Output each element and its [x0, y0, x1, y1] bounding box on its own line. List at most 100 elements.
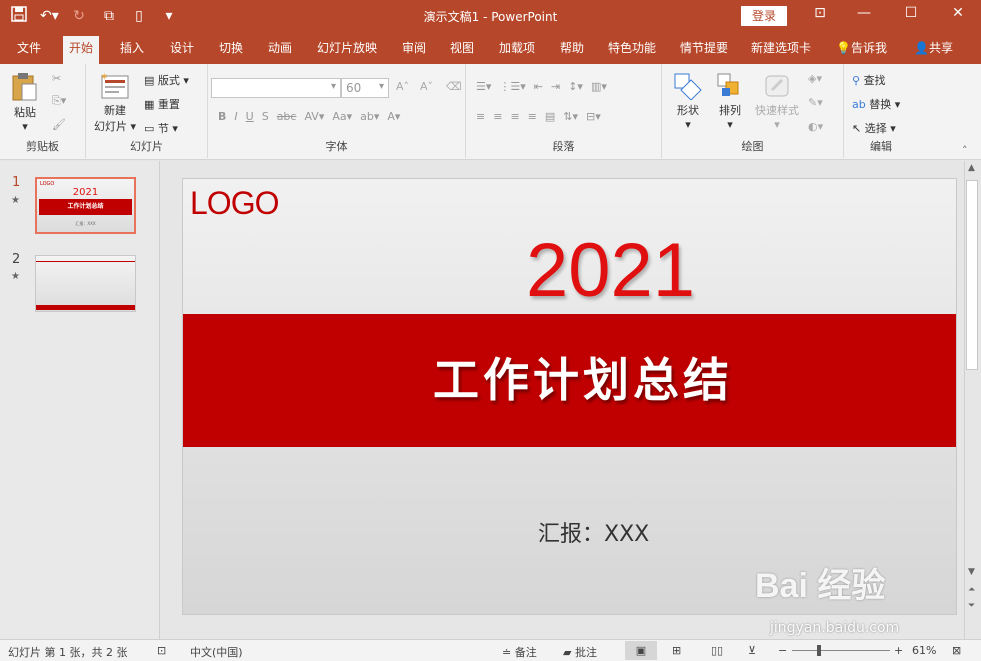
tab-animations[interactable]: 动画: [262, 38, 298, 64]
arrange-button[interactable]: 排列 ▾: [712, 72, 748, 131]
tab-addins[interactable]: 加载项: [493, 38, 541, 64]
slide-thumbnail-2[interactable]: [35, 255, 136, 312]
clear-format-icon[interactable]: ⌫: [446, 80, 462, 93]
tab-home[interactable]: 开始: [63, 36, 100, 64]
zoom-level[interactable]: 61%: [912, 644, 936, 657]
highlight-icon[interactable]: ab▾: [360, 110, 379, 123]
increase-indent-icon[interactable]: ⇥: [551, 80, 560, 93]
maximize-icon[interactable]: ☐: [896, 5, 926, 21]
shape-effects-icon[interactable]: ◐▾: [808, 120, 823, 133]
animation-star-icon: ★: [11, 271, 20, 282]
replace-button[interactable]: ab 替换 ▾: [852, 96, 900, 112]
tab-view[interactable]: 视图: [444, 38, 480, 64]
line-spacing-icon[interactable]: ↕▾: [568, 80, 583, 93]
text-direction-icon[interactable]: ⇅▾: [563, 110, 578, 123]
share-button[interactable]: 👤共享: [908, 38, 959, 64]
underline-icon[interactable]: U: [246, 110, 254, 123]
group-label-drawing: 绘图: [741, 140, 764, 153]
slide-canvas[interactable]: LOGO 2021 工作计划总结 汇报：XXX: [182, 178, 957, 615]
tab-help[interactable]: 帮助: [554, 38, 590, 64]
tab-storyboard[interactable]: 情节提要: [674, 38, 734, 64]
slide-reporter-text[interactable]: 汇报：XXX: [538, 516, 649, 548]
shape-outline-icon[interactable]: ✎▾: [808, 96, 823, 109]
login-button[interactable]: 登录: [741, 6, 787, 26]
scroll-down-icon[interactable]: ▼: [968, 567, 975, 577]
select-button[interactable]: ↖ 选择 ▾: [852, 120, 896, 136]
scroll-up-icon[interactable]: ▲: [968, 163, 975, 173]
tab-slideshow[interactable]: 幻灯片放映: [311, 38, 383, 64]
grow-font-icon[interactable]: A˄: [396, 80, 409, 93]
tab-features[interactable]: 特色功能: [602, 38, 662, 64]
clipboard-icon: [12, 73, 37, 101]
tab-design[interactable]: 设计: [164, 38, 200, 64]
shadow-icon[interactable]: S: [262, 110, 269, 123]
font-name-select[interactable]: ▾: [211, 78, 341, 98]
tab-review[interactable]: 审阅: [396, 38, 432, 64]
close-icon[interactable]: ✕: [943, 5, 973, 21]
tab-new[interactable]: 新建选项卡: [745, 38, 817, 64]
align-left-icon[interactable]: ≡: [476, 110, 485, 123]
fit-to-window-icon[interactable]: ⊠: [952, 644, 961, 657]
justify-icon[interactable]: ≡: [528, 110, 537, 123]
numbering-icon[interactable]: ⋮☰▾: [499, 80, 525, 93]
thumbnail-number: 1: [12, 175, 21, 190]
shapes-button[interactable]: 形状 ▾: [668, 72, 708, 131]
bold-icon[interactable]: B: [218, 110, 226, 123]
prev-slide-icon[interactable]: ⏶: [968, 585, 975, 595]
char-spacing-icon[interactable]: AV▾: [304, 110, 324, 123]
align-right-icon[interactable]: ≡: [510, 110, 519, 123]
next-slide-icon[interactable]: ⏷: [968, 601, 975, 611]
shrink-font-icon[interactable]: A˅: [420, 80, 433, 93]
find-button[interactable]: ⚲ 查找: [852, 72, 886, 88]
notes-button[interactable]: ≐ 备注: [502, 644, 537, 660]
font-color-icon[interactable]: A▾: [387, 110, 400, 123]
section-button[interactable]: ▭ 节 ▾: [144, 120, 178, 136]
new-slide-button[interactable]: ✶ 新建 幻灯片 ▾: [90, 72, 140, 134]
minimize-icon[interactable]: —: [849, 5, 879, 21]
reading-view-icon[interactable]: ▯▯: [711, 644, 723, 657]
reset-button[interactable]: ▦ 重置: [144, 96, 180, 112]
svg-text:✶: ✶: [100, 72, 108, 83]
align-center-icon[interactable]: ≡: [493, 110, 502, 123]
copy-icon[interactable]: ⎘▾: [52, 94, 66, 108]
font-size-select[interactable]: 60 ▾: [341, 78, 389, 98]
layout-button[interactable]: ▤ 版式 ▾: [144, 72, 189, 88]
slide-sorter-icon[interactable]: ⊞: [672, 644, 681, 657]
ribbon-display-icon[interactable]: ⊡: [805, 5, 835, 21]
decrease-indent-icon[interactable]: ⇤: [534, 80, 543, 93]
comments-button[interactable]: ▰ 批注: [563, 644, 597, 660]
quick-styles-button[interactable]: 快速样式 ▾: [750, 72, 804, 131]
font-format-row: B I U S abc AV▾ Aa▾ ab▾ A▾: [218, 110, 400, 123]
distributed-icon[interactable]: ▤: [545, 110, 555, 123]
slide-year-text[interactable]: 2021: [183, 227, 956, 314]
bullets-icon[interactable]: ☰▾: [476, 80, 491, 93]
zoom-slider[interactable]: [792, 650, 890, 651]
slide-logo-text[interactable]: LOGO: [190, 185, 279, 222]
slideshow-view-icon[interactable]: ⊻: [748, 644, 756, 657]
slide-title-text[interactable]: 工作计划总结: [183, 344, 956, 410]
cut-icon[interactable]: ✂: [52, 72, 61, 85]
columns-icon[interactable]: ▥▾: [591, 80, 607, 93]
spellcheck-icon[interactable]: ⊡: [157, 644, 166, 657]
tab-insert[interactable]: 插入: [114, 38, 150, 64]
italic-icon[interactable]: I: [234, 110, 237, 123]
tell-me[interactable]: 💡告诉我: [830, 38, 893, 64]
title-band[interactable]: 工作计划总结: [183, 314, 956, 447]
collapse-ribbon-icon[interactable]: ˄: [962, 144, 968, 157]
change-case-icon[interactable]: Aa▾: [332, 110, 352, 123]
normal-view-icon[interactable]: ▣: [625, 641, 657, 660]
format-painter-icon[interactable]: 🖌: [52, 118, 66, 131]
slide-thumbnail-1[interactable]: LOGO 2021 工作计划总结 汇报：XXX: [35, 177, 136, 234]
zoom-slider-handle[interactable]: [817, 645, 821, 656]
scrollbar-thumb[interactable]: [966, 180, 978, 370]
zoom-out-icon[interactable]: −: [778, 644, 787, 657]
new-slide-icon: ✶: [100, 72, 129, 99]
zoom-in-icon[interactable]: +: [894, 644, 903, 657]
tab-transitions[interactable]: 切换: [213, 38, 249, 64]
tab-file[interactable]: 文件: [11, 38, 47, 64]
shape-fill-icon[interactable]: ◈▾: [808, 72, 822, 85]
strikethrough-icon[interactable]: abc: [277, 110, 297, 123]
paste-button[interactable]: 粘贴 ▾: [8, 72, 42, 133]
language-indicator[interactable]: 中文(中国): [190, 644, 243, 660]
align-text-icon[interactable]: ⊟▾: [586, 110, 601, 123]
